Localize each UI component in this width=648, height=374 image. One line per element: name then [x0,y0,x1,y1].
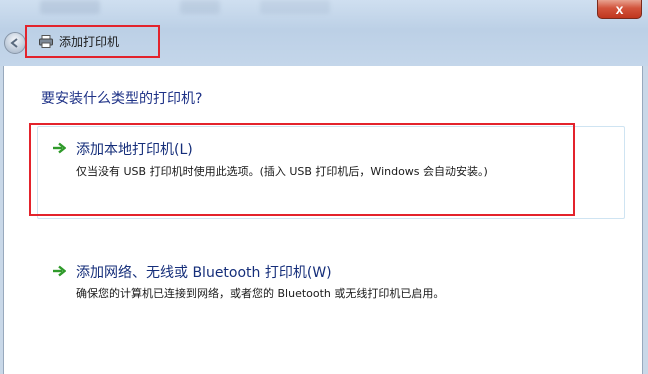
blurred-background [40,0,100,14]
back-arrow-icon [10,38,18,48]
green-arrow-icon [53,142,66,154]
option-title: 添加本地打印机(L) [76,142,193,158]
printer-icon [39,35,53,48]
close-button[interactable]: x [597,0,642,19]
option-title: 添加网络、无线或 Bluetooth 打印机(W) [76,265,332,281]
dialog-content [3,66,643,374]
breadcrumb-title: 添加打印机 [59,35,120,49]
green-arrow-icon [53,265,66,277]
blurred-background [260,0,330,14]
back-button[interactable] [4,32,26,54]
blurred-background [180,0,220,14]
option-description: 确保您的计算机已连接到网络，或者您的 Bluetooth 或无线打印机已启用。 [76,287,445,300]
close-icon: x [615,1,624,17]
page-question: 要安装什么类型的打印机? [41,91,203,107]
breadcrumb: 添加打印机 [25,25,160,58]
option-description: 仅当没有 USB 打印机时使用此选项。(插入 USB 打印机后，Windows … [76,165,488,178]
